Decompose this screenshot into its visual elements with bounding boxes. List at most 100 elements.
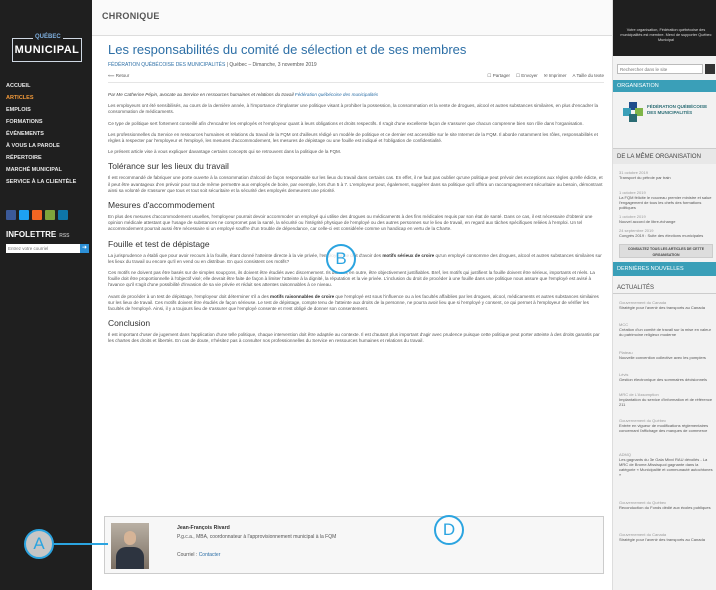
paragraph: Il est important d'user de jugement dans… — [108, 332, 600, 344]
item-text: Création d'un comité de travail sur la m… — [619, 327, 711, 337]
author-photo — [111, 523, 149, 569]
paragraph: Le présent article vise à vous expliquer… — [108, 149, 342, 155]
meta-org-link[interactable]: FÉDÉRATION QUÉBÉCOISE DES MUNICIPALITÉS — [108, 62, 225, 68]
news-item[interactable]: Plateau Nouvelle convention collective av… — [619, 350, 713, 360]
nav-item-articles[interactable]: Articles — [6, 92, 90, 104]
byline-text: Par Me Catherine Pépin, avocate au Servi… — [108, 92, 295, 97]
right-sidebar: Votre organisation, Fédération québécois… — [612, 0, 716, 590]
newsletter-label: INFOLETTRE — [6, 230, 57, 239]
section-heading: Fouille et test de dépistage — [108, 238, 210, 249]
actualites-heading: Actualités — [613, 282, 716, 294]
nav-item-emplois[interactable]: Emplois — [6, 104, 90, 116]
site-logo[interactable]: QUÉBEC MUNICIPAL — [12, 34, 82, 62]
nav-item-evenements[interactable]: Événements — [6, 128, 90, 140]
news-item[interactable]: Gouvernement du Québec Entrée en vigueur … — [619, 418, 713, 433]
same-org-heading: De la même organisation — [613, 148, 716, 164]
print-button[interactable]: ✉ Imprimer — [544, 73, 567, 79]
all-articles-button[interactable]: CONSULTEZ TOUS LES ARTICLES DE CETTE ORG… — [619, 244, 713, 258]
paragraph: La jurisprudence a établi que pour avoir… — [108, 253, 604, 265]
news-item[interactable]: MCC Création d'un comité de travail sur l… — [619, 322, 713, 337]
newsletter-rss[interactable]: RSS — [59, 233, 69, 239]
paragraph: Ce type de politique sert fortement cons… — [108, 120, 584, 126]
nav-item-service-clientele[interactable]: Service à la clientèle — [6, 176, 90, 188]
send-button[interactable]: ☐ Envoyer — [516, 73, 538, 79]
nav-item-accueil[interactable]: Accueil — [6, 80, 90, 92]
text-run-bold: motifs raisonnables de croire — [270, 293, 335, 299]
section-bar: CHRONIQUE — [92, 0, 612, 36]
section-heading: Mesures d'accommodement — [108, 200, 215, 211]
author-name: Jean-François Rivard — [177, 525, 230, 531]
news-item[interactable]: Lévis Gestion électronique des sommaires … — [619, 372, 713, 382]
social-links — [6, 210, 68, 220]
item-text: Congrès 2019 : Suite des élections munic… — [619, 233, 704, 238]
share-button[interactable]: ☐ Partager — [487, 73, 510, 79]
paragraph: Les professionnelles du Service en resso… — [108, 131, 598, 144]
nav-item-marche-municipal[interactable]: Marché municipal — [6, 164, 90, 176]
organisation-heading: Organisation — [613, 80, 716, 92]
contact-label: Courriel : — [177, 552, 199, 558]
paragraph: Avant de procéder à un test de dépistage… — [108, 294, 604, 313]
section-heading: Conclusion — [108, 318, 151, 329]
callout-b-marker: B — [326, 244, 356, 274]
news-item[interactable]: Gouvernement du Canada Stratégie pour l'a… — [619, 532, 713, 542]
nav-item-a-vous-la-parole[interactable]: À vous la parole — [6, 140, 90, 152]
rss-icon[interactable] — [32, 210, 42, 220]
search-button[interactable] — [705, 64, 715, 74]
search-input[interactable] — [617, 64, 703, 74]
item-text: Gestion électronique des sommaires décis… — [619, 377, 708, 382]
fqm-logo-icon — [623, 102, 643, 122]
main-content: CHRONIQUE Les responsabilités du comité … — [92, 0, 612, 590]
latest-news-heading: Dernières nouvelles — [613, 262, 716, 276]
paragraph: Il est recommandé de fabriquer une porte… — [108, 175, 603, 193]
text-size-button[interactable]: A Taille du texte — [573, 73, 604, 79]
byline-org-link[interactable]: Fédération québécoise des municipalités — [295, 92, 378, 97]
same-org-item[interactable]: 1 octobre 2019 La FQM félicite le nouveau… — [619, 190, 713, 210]
back-link[interactable]: ⟸ Retour — [108, 73, 129, 79]
left-sidebar: QUÉBEC MUNICIPAL Accueil Articles Emploi… — [0, 0, 92, 590]
author-card: Jean-François Rivard P.g.c.a., MBA, coor… — [104, 516, 604, 574]
same-org-item[interactable]: 31 octobre 2019 Transport du pétrole par … — [619, 170, 713, 180]
author-role: P.g.c.a., MBA, coordonnateur à l'approvi… — [177, 534, 337, 540]
nav-item-formations[interactable]: Formations — [6, 116, 90, 128]
item-text: Nouvelle convention collective avec les … — [619, 355, 706, 360]
author-contact: Courriel : Contacter — [177, 552, 220, 558]
news-item[interactable]: Gouvernement du Québec Reconduction du Fo… — [619, 500, 713, 510]
callout-d-marker: D — [434, 515, 464, 545]
paragraph: Les employeurs ont été sensibilisés, au … — [108, 103, 599, 115]
item-text: Reconduction du Fonds dédié aux écoles p… — [619, 505, 711, 510]
same-org-item[interactable]: 24 septembre 2019 Congrès 2019 : Suite de… — [619, 228, 713, 238]
article-byline: Par Me Catherine Pépin, avocate au Servi… — [108, 92, 604, 98]
newsletter-email-input[interactable] — [6, 244, 80, 253]
newsletter-heading: INFOLETTRE RSS — [6, 230, 70, 239]
text-run: Avant de procéder à un test de dépistage… — [108, 293, 271, 299]
item-text: Stratégie pour l'avenir des transports a… — [619, 537, 705, 542]
callout-a-line — [54, 543, 108, 545]
vine-icon[interactable] — [45, 210, 55, 220]
item-text: Implantation du service d'information et… — [619, 397, 713, 407]
twitter-icon[interactable] — [19, 210, 29, 220]
news-item[interactable]: Gouvernement du Canada Stratégie pour l'a… — [619, 300, 713, 310]
member-text: Votre organisation, Fédération québécois… — [620, 28, 712, 42]
item-text: Les gagnants du 3e Gala Mixxi RAU dévoil… — [619, 457, 713, 477]
item-text: Entrée en vigueur de modifications régle… — [619, 423, 709, 433]
item-text: Stratégie pour l'avenir des transports a… — [619, 305, 705, 310]
logo-municipal: MUNICIPAL — [14, 44, 80, 56]
article-toolbar: ⟸ Retour ☐ Partager ☐ Envoyer ✉ Imprimer… — [108, 73, 604, 83]
item-text: La FQM félicite le nouveau premier minis… — [619, 195, 712, 210]
main-nav: Accueil Articles Emplois Formations Évén… — [6, 80, 90, 188]
news-item[interactable]: MRC de L'Assomption Implantation du servi… — [619, 392, 713, 407]
org-name: FÉDÉRATION QUÉBÉCOISE DES MUNICIPALITÉS — [647, 104, 708, 115]
linkedin-icon[interactable] — [58, 210, 68, 220]
logo-quebec: QUÉBEC — [33, 34, 63, 40]
same-org-item[interactable]: 1 octobre 2019 Nouvel accord de libre-éch… — [619, 214, 713, 224]
facebook-icon[interactable] — [6, 210, 16, 220]
meta-date: | Québec – Dimanche, 3 novembre 2019 — [225, 62, 317, 68]
section-heading: Tolérance sur les lieux du travail — [108, 161, 229, 172]
newsletter-submit-button[interactable]: ➜ — [80, 244, 89, 253]
nav-item-repertoire[interactable]: Répertoire — [6, 152, 90, 164]
member-banner: Votre organisation, Fédération québécois… — [613, 0, 716, 56]
item-text: Transport du pétrole par train — [619, 175, 671, 180]
text-run-bold: motifs sérieux de croire — [382, 252, 435, 258]
news-item[interactable]: ADMQ Les gagnants du 3e Gala Mixxi RAU dé… — [619, 452, 713, 477]
contact-link[interactable]: Contacter — [199, 552, 221, 558]
